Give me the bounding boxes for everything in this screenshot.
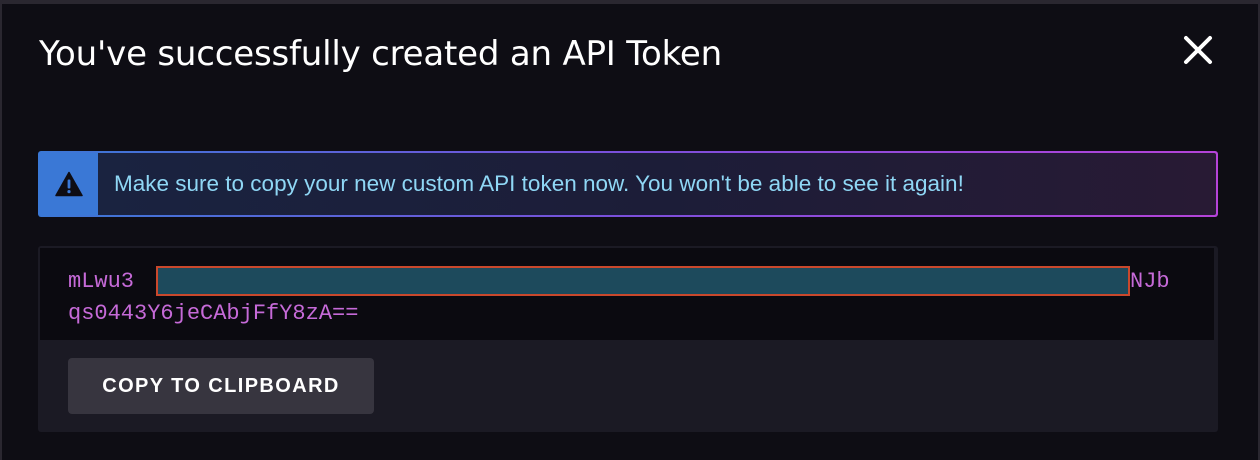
dialog-title: You've successfully created an API Token [39, 34, 722, 74]
token-display[interactable]: mLwu3 NJb qs0443Y6jeCAbjFfY8zA== [40, 248, 1214, 340]
warning-triangle-icon [55, 171, 83, 197]
redaction-box [156, 266, 1130, 296]
warning-alert: Make sure to copy your new custom API to… [38, 151, 1218, 217]
copy-to-clipboard-button[interactable]: COPY TO CLIPBOARD [68, 358, 374, 414]
alert-message: Make sure to copy your new custom API to… [114, 171, 964, 196]
alert-icon-box [40, 153, 98, 215]
token-line-2: qs0443Y6jeCAbjFfY8zA== [68, 301, 359, 326]
copy-button-label: COPY TO CLIPBOARD [102, 374, 340, 397]
close-icon [1184, 36, 1212, 64]
api-token-dialog: You've successfully created an API Token… [2, 4, 1258, 460]
token-panel: mLwu3 NJb qs0443Y6jeCAbjFfY8zA== COPY TO… [38, 246, 1218, 432]
token-line-1-start: mLwu3 [68, 269, 135, 294]
token-line-1-end: NJb [1130, 269, 1170, 294]
close-button[interactable] [1178, 30, 1218, 70]
